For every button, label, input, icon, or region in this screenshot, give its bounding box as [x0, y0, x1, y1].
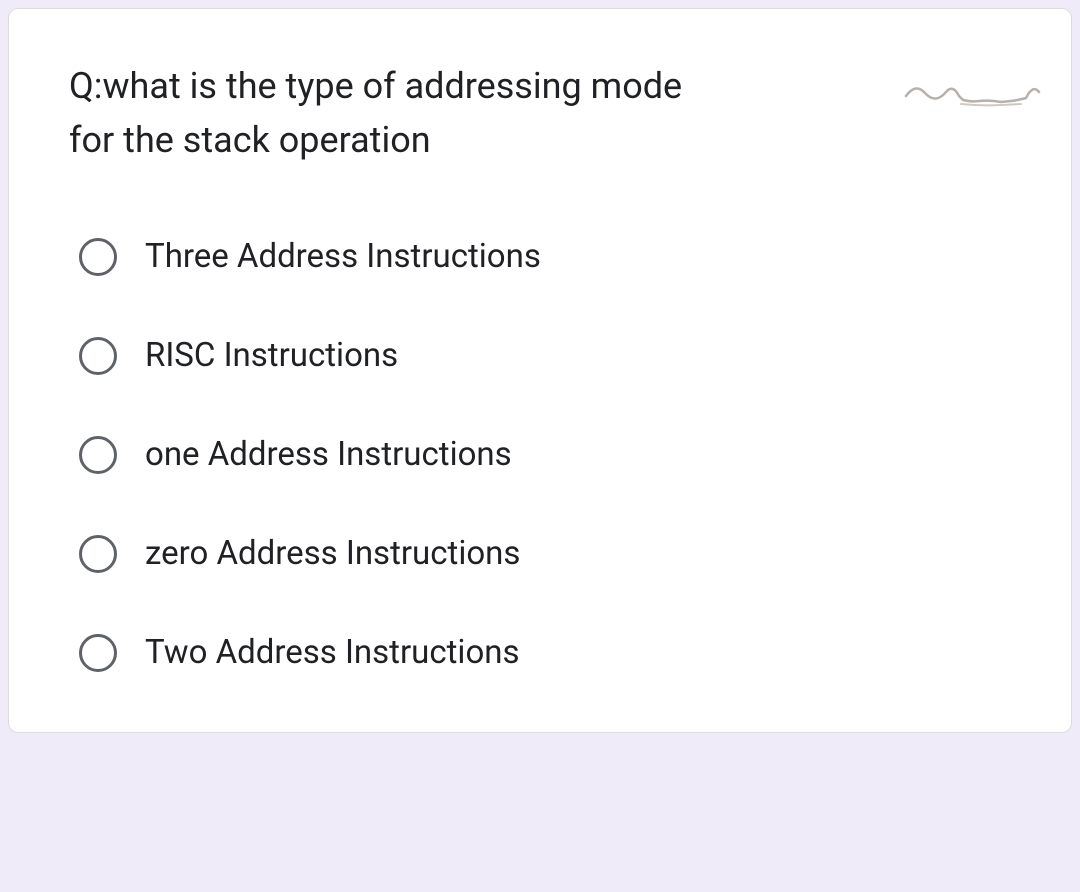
option-risc[interactable]: RISC Instructions: [79, 336, 1011, 375]
question-text: Q:what is the type of addressing mode fo…: [69, 59, 728, 167]
option-label: one Address Instructions: [145, 435, 512, 474]
option-label: Two Address Instructions: [145, 633, 520, 672]
radio-icon: [79, 634, 117, 672]
option-three-address[interactable]: Three Address Instructions: [79, 237, 1011, 276]
option-label: RISC Instructions: [145, 336, 398, 375]
option-zero-address[interactable]: zero Address Instructions: [79, 534, 1011, 573]
option-label: Three Address Instructions: [145, 237, 541, 276]
radio-icon: [79, 436, 117, 474]
radio-icon: [79, 238, 117, 276]
option-two-address[interactable]: Two Address Instructions: [79, 633, 1011, 672]
option-one-address[interactable]: one Address Instructions: [79, 435, 1011, 474]
radio-icon: [79, 535, 117, 573]
option-label: zero Address Instructions: [145, 534, 520, 573]
question-card: Q:what is the type of addressing mode fo…: [8, 8, 1072, 733]
annotation-scribble: [901, 74, 1041, 114]
options-list: Three Address Instructions RISC Instruct…: [69, 237, 1011, 672]
radio-icon: [79, 337, 117, 375]
